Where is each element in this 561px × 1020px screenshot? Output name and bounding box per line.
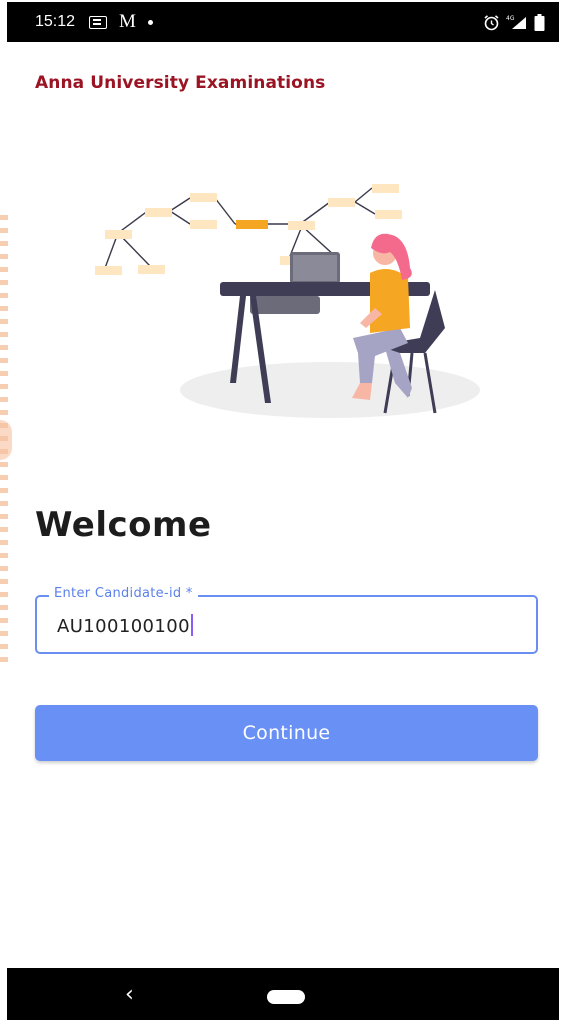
workspace-illustration (95, 184, 480, 418)
navigation-bar: ‹ (7, 968, 559, 1020)
candidate-id-input[interactable]: AU100100100 (57, 614, 193, 637)
4g-signal-icon: 4G (506, 15, 526, 29)
svg-text:4G: 4G (506, 15, 515, 22)
candidate-id-field[interactable]: Enter Candidate-id * AU100100100 (35, 586, 538, 654)
brand-title: Anna University Examinations (35, 73, 326, 93)
welcome-heading: Welcome (35, 505, 212, 545)
text-caret (190, 614, 193, 636)
gmail-icon: M (119, 11, 136, 32)
status-bar: 15:12 M 4G (7, 2, 559, 42)
alarm-icon (484, 14, 499, 30)
back-icon[interactable]: ‹ (125, 982, 134, 1007)
battery-icon (534, 13, 545, 31)
candidate-id-value[interactable]: AU100100100 (57, 616, 190, 637)
decorative-shape (0, 420, 12, 460)
status-time: 15:12 (35, 13, 76, 30)
home-pill-icon[interactable] (267, 990, 305, 1004)
notification-dot-icon (147, 19, 153, 25)
outlook-icon (89, 15, 108, 29)
continue-button[interactable]: Continue (35, 705, 538, 761)
candidate-id-label: Enter Candidate-id * (49, 586, 198, 601)
